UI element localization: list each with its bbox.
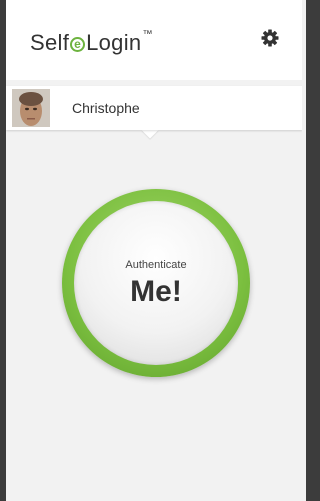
app-screen: Self e Login ™ Christophe Authenticate M… bbox=[6, 0, 302, 501]
user-selector[interactable]: Christophe bbox=[6, 86, 302, 130]
user-name: Christophe bbox=[72, 100, 140, 116]
gear-icon[interactable] bbox=[260, 28, 280, 48]
authenticate-subtitle: Authenticate bbox=[125, 259, 187, 271]
authenticate-title: Me! bbox=[130, 275, 182, 308]
avatar bbox=[12, 89, 50, 127]
trademark-symbol: ™ bbox=[142, 29, 153, 40]
app-header: Self e Login ™ bbox=[6, 0, 302, 80]
logo-text-login: Login bbox=[86, 30, 142, 55]
logo-e-mark: e bbox=[70, 36, 86, 52]
authenticate-button-face: Authenticate Me! bbox=[74, 201, 238, 365]
authenticate-button[interactable]: Authenticate Me! bbox=[62, 189, 250, 377]
right-edge bbox=[302, 0, 306, 501]
logo-text-self: Self bbox=[30, 30, 70, 55]
selfelogin-logo: Self e Login ™ bbox=[30, 28, 153, 58]
